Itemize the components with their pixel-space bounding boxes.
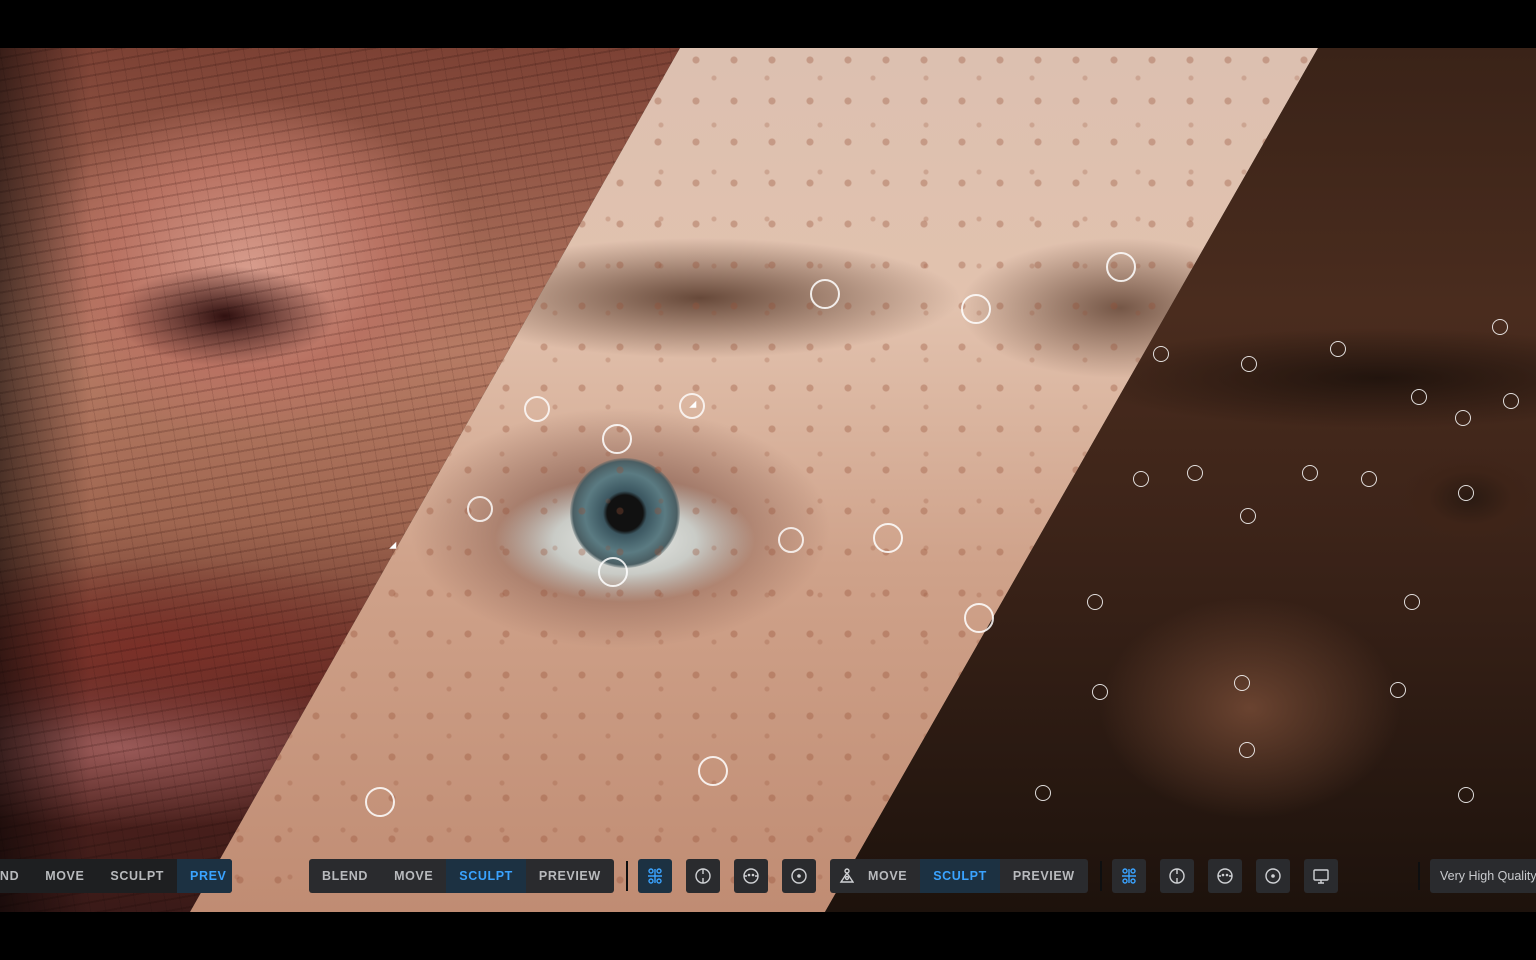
move-tab[interactable]: MOVE xyxy=(854,859,920,893)
sculpt-tab[interactable]: SCULPT xyxy=(97,859,177,893)
blend-tab[interactable]: BLEND xyxy=(309,859,381,893)
mode-switcher: MOVE SCULPT PREVIEW xyxy=(854,859,1088,893)
landmark-marker[interactable] xyxy=(1092,684,1108,700)
target-dot-icon[interactable] xyxy=(782,859,816,893)
face-icon[interactable] xyxy=(1208,859,1242,893)
landmark-marker[interactable] xyxy=(1106,252,1136,282)
left-toolbar: END MOVE SCULPT PREV xyxy=(0,859,232,893)
right-toolbar: MOVE SCULPT PREVIEW xyxy=(854,859,1338,893)
landmark-marker[interactable] xyxy=(1234,675,1250,691)
target-dot-icon[interactable] xyxy=(1256,859,1290,893)
mode-switcher: BLEND MOVE SCULPT PREVIEW xyxy=(309,859,614,893)
landmark-marker[interactable] xyxy=(1458,787,1474,803)
landmark-marker[interactable] xyxy=(698,756,728,786)
toolbar-divider xyxy=(626,861,628,891)
landmark-marker[interactable] xyxy=(1239,742,1255,758)
landmark-marker[interactable] xyxy=(1390,682,1406,698)
landmark-marker[interactable] xyxy=(1240,508,1256,524)
landmark-marker[interactable] xyxy=(1133,471,1149,487)
quality-dropdown[interactable]: Very High Quality xyxy=(1430,859,1536,893)
landmark-marker[interactable] xyxy=(1187,465,1203,481)
toolbar-divider xyxy=(1418,862,1420,890)
landmark-marker[interactable] xyxy=(1404,594,1420,610)
landmark-marker[interactable] xyxy=(467,496,493,522)
preview-tab[interactable]: PREVIEW xyxy=(1000,859,1088,893)
landmark-marker[interactable] xyxy=(365,787,395,817)
center-crosshair-icon[interactable] xyxy=(1160,859,1194,893)
move-tab[interactable]: MOVE xyxy=(32,859,97,893)
landmark-marker[interactable] xyxy=(598,557,628,587)
viewport[interactable] xyxy=(0,48,1536,912)
landmarks-icon[interactable] xyxy=(638,859,672,893)
landmark-marker[interactable] xyxy=(1458,485,1474,501)
landmark-marker[interactable] xyxy=(1330,341,1346,357)
landmark-marker[interactable] xyxy=(1241,356,1257,372)
monitor-icon[interactable] xyxy=(1304,859,1338,893)
landmark-marker[interactable] xyxy=(1503,393,1519,409)
landmark-marker[interactable] xyxy=(964,603,994,633)
mode-switcher: END MOVE SCULPT PREV xyxy=(0,859,232,893)
landmark-marker[interactable] xyxy=(1087,594,1103,610)
blend-tab[interactable]: END xyxy=(0,859,32,893)
face-icon[interactable] xyxy=(734,859,768,893)
center-crosshair-icon[interactable] xyxy=(686,859,720,893)
toolbar-divider xyxy=(1100,861,1102,891)
move-tab[interactable]: MOVE xyxy=(381,859,446,893)
landmark-marker[interactable] xyxy=(778,527,804,553)
landmarks-icon[interactable] xyxy=(1112,859,1146,893)
landmark-marker[interactable] xyxy=(810,279,840,309)
preview-tab[interactable]: PREVIEW xyxy=(526,859,614,893)
middle-toolbar: BLEND MOVE SCULPT PREVIEW xyxy=(309,859,864,893)
landmark-marker[interactable] xyxy=(1035,785,1051,801)
landmark-marker[interactable] xyxy=(602,424,632,454)
preview-tab[interactable]: PREV xyxy=(177,859,232,893)
landmark-marker[interactable] xyxy=(961,294,991,324)
landmark-marker[interactable] xyxy=(524,396,550,422)
landmark-marker[interactable] xyxy=(1361,471,1377,487)
landmark-marker[interactable] xyxy=(1455,410,1471,426)
landmark-marker[interactable] xyxy=(1153,346,1169,362)
landmark-marker[interactable] xyxy=(1492,319,1508,335)
landmark-marker[interactable] xyxy=(1411,389,1427,405)
landmark-marker[interactable] xyxy=(1302,465,1318,481)
sculpt-tab[interactable]: SCULPT xyxy=(446,859,526,893)
sculpt-tab[interactable]: SCULPT xyxy=(920,859,1000,893)
landmark-marker[interactable] xyxy=(873,523,903,553)
